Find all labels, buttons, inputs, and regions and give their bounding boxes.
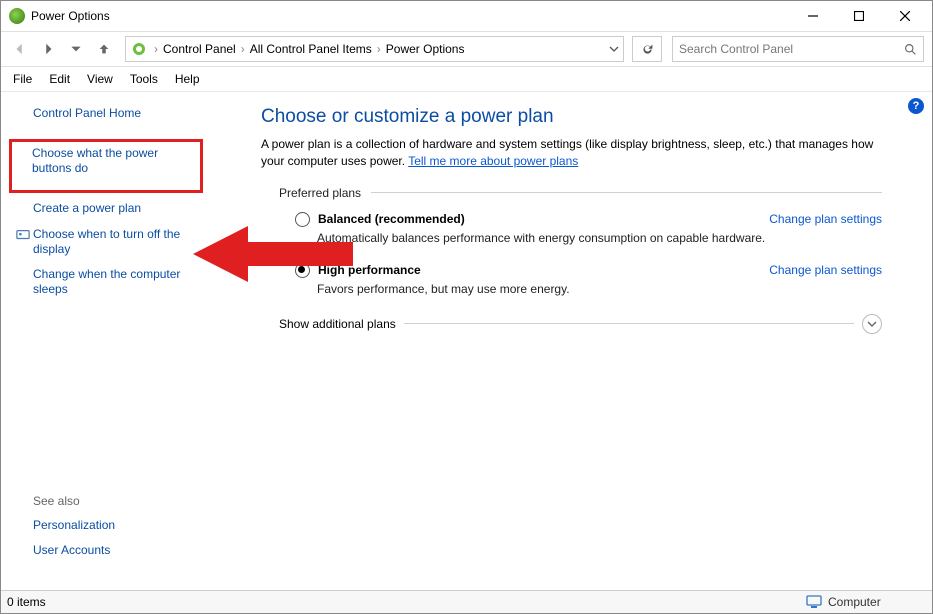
choose-power-buttons-link[interactable]: Choose what the power buttons do: [32, 146, 198, 176]
title-bar: Power Options: [1, 1, 932, 32]
breadcrumb-box[interactable]: › Control Panel › All Control Panel Item…: [125, 36, 624, 62]
menu-file[interactable]: File: [13, 72, 32, 86]
forward-button[interactable]: [37, 38, 59, 60]
status-computer-label: Computer: [828, 595, 881, 609]
tell-me-more-link[interactable]: Tell me more about power plans: [408, 154, 578, 168]
page-heading: Choose or customize a power plan: [261, 106, 882, 128]
divider: [404, 323, 854, 324]
blank-icon: [14, 146, 30, 162]
menu-view[interactable]: View: [87, 72, 113, 86]
radio-high-performance[interactable]: [295, 263, 310, 278]
page-description: A power plan is a collection of hardware…: [261, 136, 882, 170]
plan-balanced-desc: Automatically balances performance with …: [317, 231, 882, 245]
main-panel: Choose or customize a power plan A power…: [239, 92, 932, 578]
radio-balanced[interactable]: [295, 212, 310, 227]
see-also-heading: See also: [33, 494, 115, 508]
show-additional-plans-label: Show additional plans: [279, 317, 396, 331]
change-sleep-link[interactable]: Change when the computer sleeps: [33, 267, 203, 297]
divider: [371, 192, 882, 193]
plan-balanced-name[interactable]: Balanced (recommended): [318, 212, 465, 226]
preferred-plans-label: Preferred plans: [279, 186, 361, 200]
change-plan-settings-balanced[interactable]: Change plan settings: [769, 212, 882, 226]
sleep-icon: [15, 267, 31, 283]
computer-icon: [806, 595, 822, 609]
search-placeholder: Search Control Panel: [679, 42, 904, 56]
sidebar: Control Panel Home Choose what the power…: [1, 92, 239, 578]
preferred-plans-heading: Preferred plans: [279, 186, 882, 200]
up-button[interactable]: [93, 38, 115, 60]
plan-high-perf-desc: Favors performance, but may use more ene…: [317, 282, 882, 296]
expand-chevron-down-icon[interactable]: [862, 314, 882, 334]
choose-display-off-link[interactable]: Choose when to turn off the display: [33, 227, 203, 257]
window-title: Power Options: [31, 9, 790, 23]
crumb-control-panel[interactable]: Control Panel: [160, 40, 239, 58]
search-icon: [904, 43, 917, 56]
display-off-icon: [15, 227, 31, 243]
content-area: ? Control Panel Home Choose what the pow…: [1, 92, 932, 578]
create-power-plan-link[interactable]: Create a power plan: [33, 201, 141, 216]
plan-balanced: Balanced (recommended) Change plan setti…: [295, 212, 882, 245]
back-button[interactable]: [9, 38, 31, 60]
crumb-power-options[interactable]: Power Options: [383, 40, 468, 58]
plan-high-perf-name[interactable]: High performance: [318, 263, 421, 277]
address-dropdown-button[interactable]: [609, 44, 619, 54]
personalization-link[interactable]: Personalization: [33, 518, 115, 533]
plan-high-performance: High performance Change plan settings Fa…: [295, 263, 882, 296]
blank-icon: [15, 201, 31, 217]
status-item-count: 0 items: [7, 595, 46, 609]
refresh-button[interactable]: [632, 36, 662, 62]
status-computer: Computer: [806, 595, 926, 609]
chevron-right-icon: ›: [152, 42, 160, 56]
menu-edit[interactable]: Edit: [49, 72, 70, 86]
menu-tools[interactable]: Tools: [130, 72, 158, 86]
app-icon: [9, 8, 25, 24]
search-input[interactable]: Search Control Panel: [672, 36, 924, 62]
menu-bar: File Edit View Tools Help: [1, 67, 932, 92]
crumb-all-items[interactable]: All Control Panel Items: [247, 40, 375, 58]
user-accounts-link[interactable]: User Accounts: [33, 543, 115, 558]
show-additional-plans-row[interactable]: Show additional plans: [279, 314, 882, 334]
maximize-button[interactable]: [836, 1, 882, 31]
minimize-button[interactable]: [790, 1, 836, 31]
address-bar: › Control Panel › All Control Panel Item…: [1, 32, 932, 67]
change-plan-settings-high-perf[interactable]: Change plan settings: [769, 263, 882, 277]
highlighted-option: Choose what the power buttons do: [9, 139, 203, 193]
chevron-right-icon: ›: [375, 42, 383, 56]
close-button[interactable]: [882, 1, 928, 31]
see-also-section: See also Personalization User Accounts: [15, 494, 115, 568]
chevron-right-icon: ›: [239, 42, 247, 56]
power-options-icon: [130, 40, 148, 58]
control-panel-home-link[interactable]: Control Panel Home: [33, 106, 203, 121]
menu-help[interactable]: Help: [175, 72, 200, 86]
status-bar: 0 items Computer: [1, 590, 932, 613]
recent-dropdown-button[interactable]: [65, 38, 87, 60]
